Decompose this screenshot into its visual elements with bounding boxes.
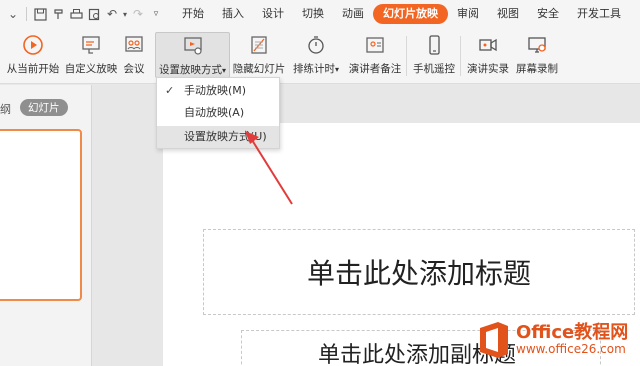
watermark-logo: Office教程网 www.office26.com [476,314,640,366]
office-logo-icon [480,322,508,358]
logo-url: www.office26.com [516,342,626,356]
annotation-arrow [245,131,293,205]
logo-name: Office教程网 [516,322,629,343]
